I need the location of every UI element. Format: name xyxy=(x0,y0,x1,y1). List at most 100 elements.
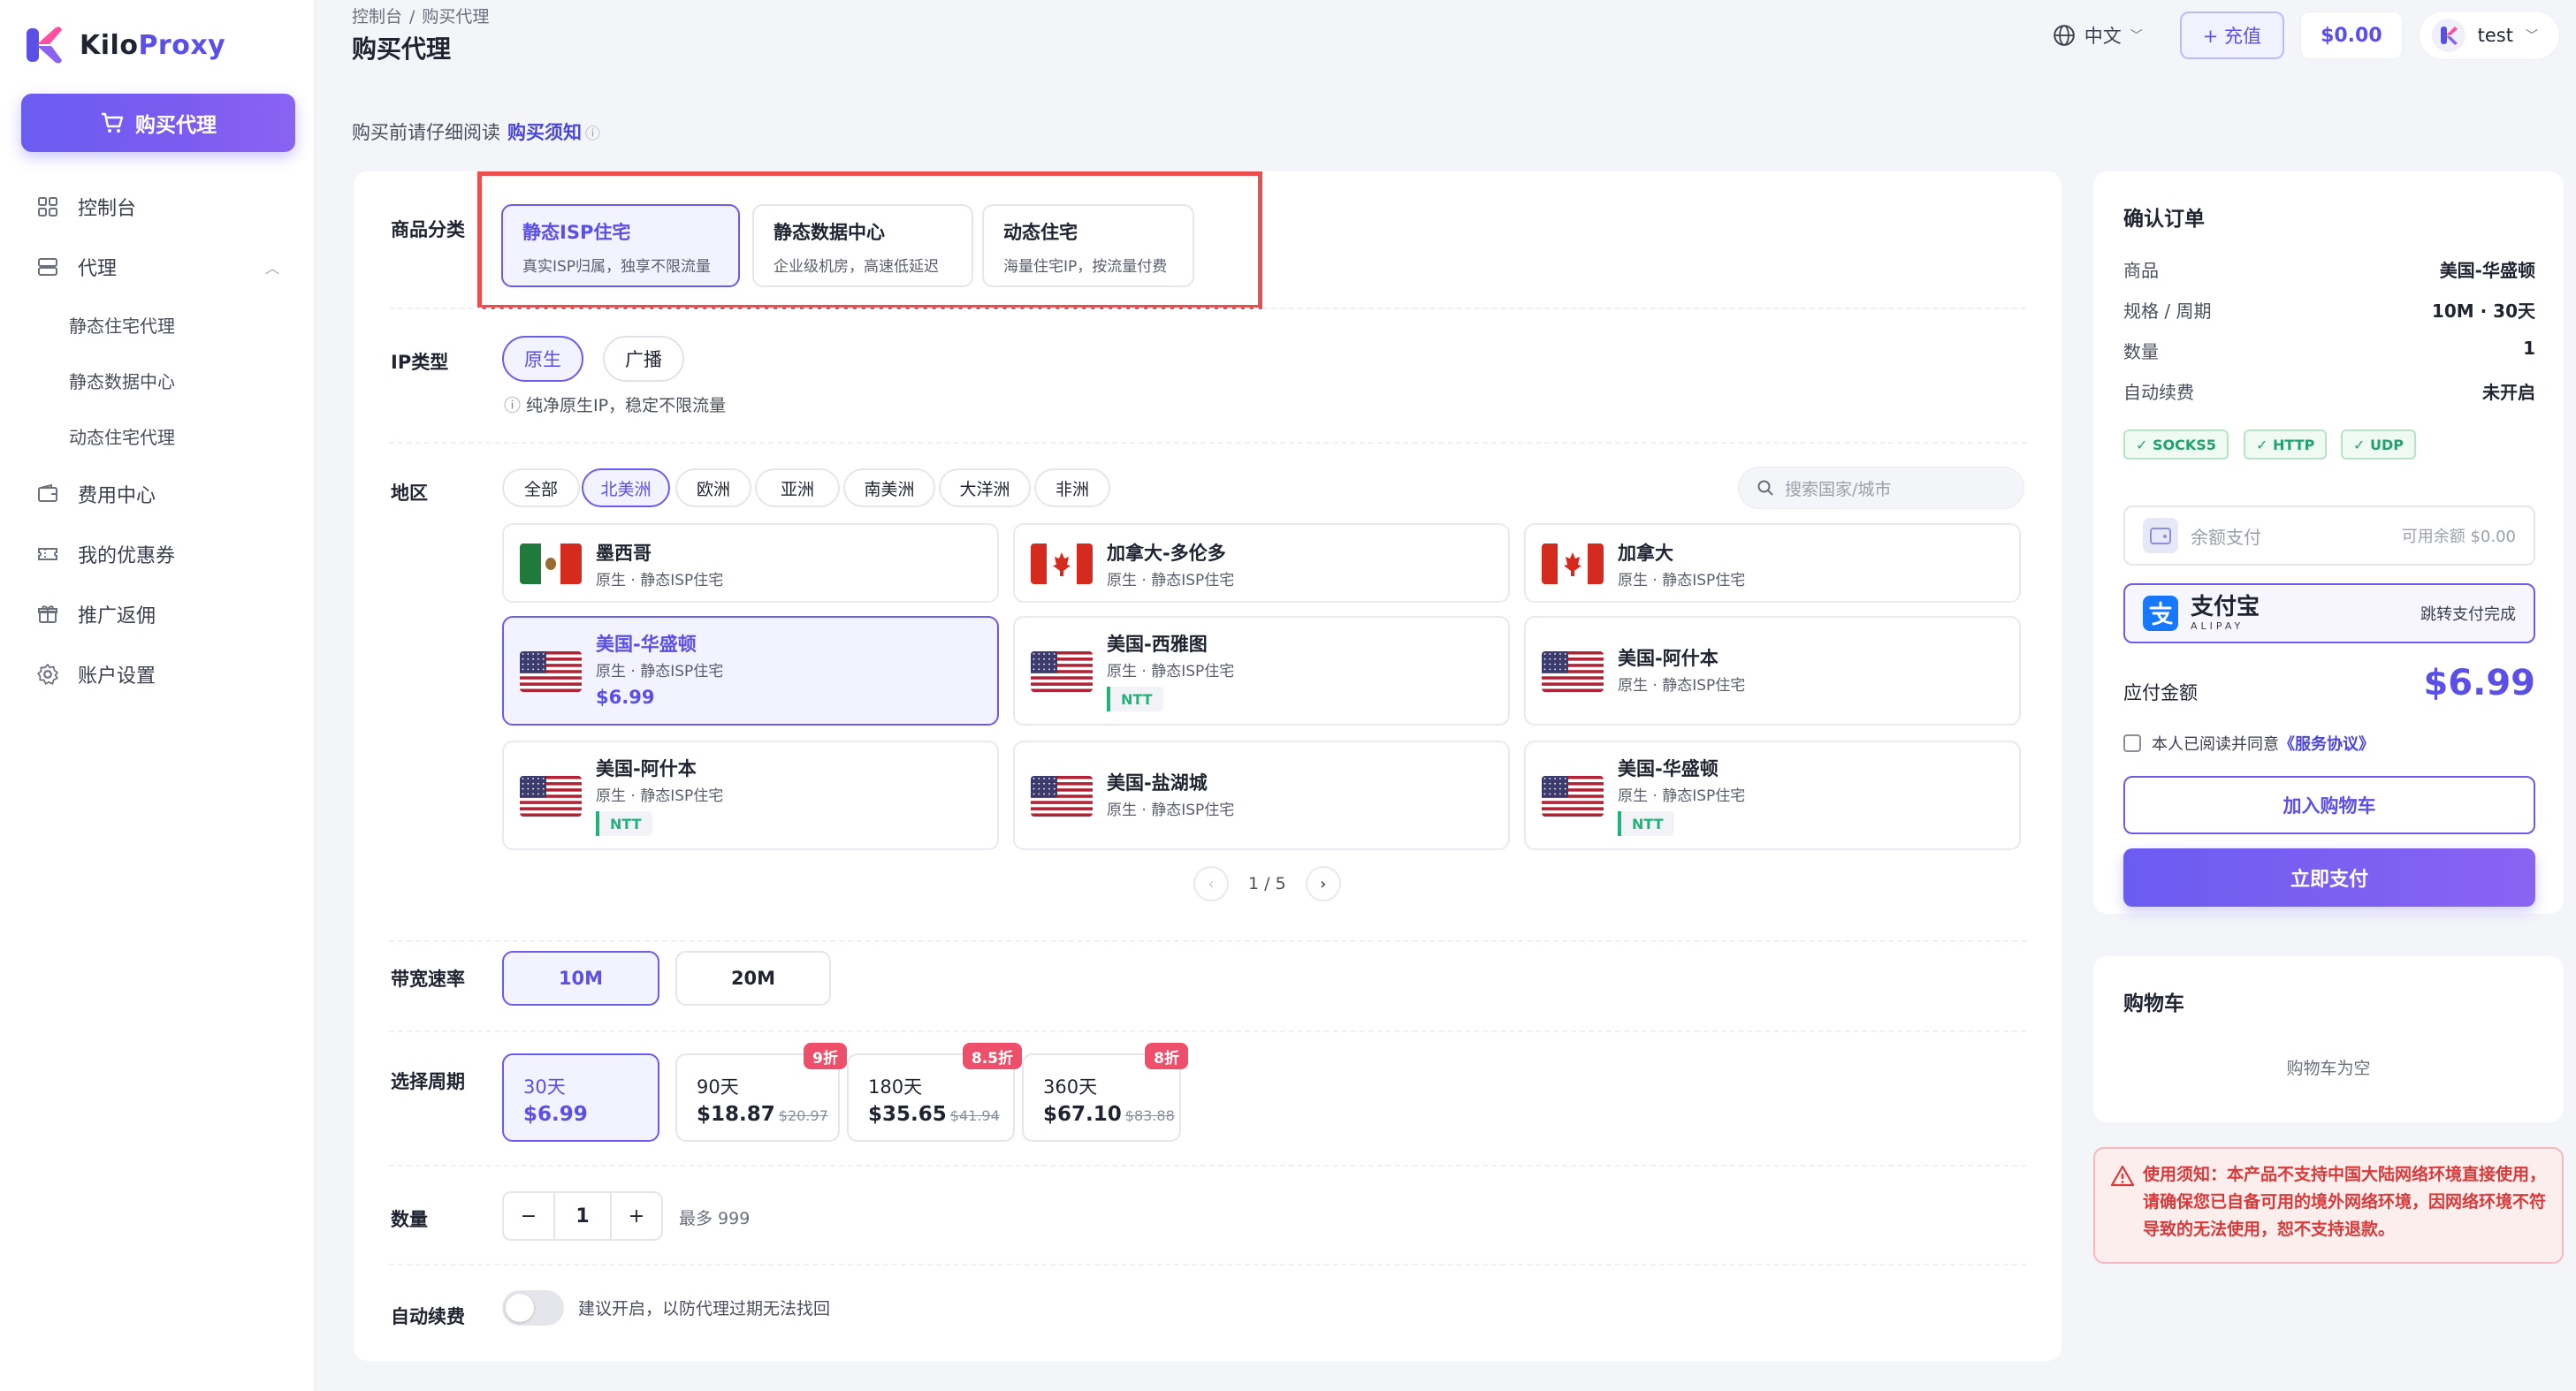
location-card[interactable]: 加拿大 原生 · 静态ISP住宅 xyxy=(1524,523,2021,603)
category-static-dc[interactable]: 静态数据中心 企业级机房，高速低延迟 xyxy=(752,204,973,287)
period-30d[interactable]: 30天 $6.99 xyxy=(502,1053,659,1142)
decrement-button[interactable]: − xyxy=(504,1205,553,1228)
globe-icon xyxy=(2053,25,2075,46)
divider xyxy=(389,940,2026,942)
price-value: $35.65 xyxy=(868,1103,947,1126)
region-tab-africa[interactable]: 非洲 xyxy=(1034,468,1110,507)
sidebar-item-label: 账户设置 xyxy=(78,665,156,688)
location-sub: 原生 · 静态ISP住宅 xyxy=(596,572,724,589)
sidebar-item-proxy[interactable]: 代理 ︿ xyxy=(0,237,315,297)
language-selector[interactable]: 中文 ﹀ xyxy=(2053,22,2143,49)
breadcrumb-item[interactable]: 控制台 xyxy=(352,7,402,27)
header-actions: 中文 ﹀ + 充值 $0.00 test ﹀ xyxy=(2053,11,2560,60)
agreement-checkbox[interactable] xyxy=(2123,734,2141,752)
region-tab-north-america[interactable]: 北美洲 xyxy=(582,468,670,507)
sidebar-item-referral[interactable]: 推广返佣 xyxy=(0,584,315,644)
balance-display[interactable]: $0.00 xyxy=(2300,11,2403,59)
ip-type-broadcast[interactable]: 广播 xyxy=(603,336,684,382)
location-name: 美国-华盛顿 xyxy=(596,634,697,655)
us-flag-icon xyxy=(1542,651,1604,692)
sidebar-item-billing[interactable]: 费用中心 xyxy=(0,464,315,524)
payment-alipay-option[interactable]: 支付宝 ALIPAY 跳转支付完成 xyxy=(2123,583,2535,643)
sidebar-subitem-static-isp[interactable]: 静态住宅代理 xyxy=(0,297,315,353)
location-card[interactable]: 美国-阿什本 原生 · 静态ISP住宅 NTT xyxy=(502,741,999,850)
logo[interactable]: KiloProxy xyxy=(25,25,225,65)
category-static-isp[interactable]: 静态ISP住宅 真实ISP归属，独享不限流量 xyxy=(501,204,740,287)
bandwidth-10m[interactable]: 10M xyxy=(502,951,659,1006)
region-tab-europe[interactable]: 欧洲 xyxy=(675,468,751,507)
location-name: 加拿大-多伦多 xyxy=(1107,543,1226,564)
period-180d[interactable]: 8.5折 180天 $35.65 $41.94 xyxy=(847,1043,1022,1142)
pagination: ‹ 1 / 5 › xyxy=(1193,866,1341,901)
buy-proxy-button[interactable]: 购买代理 xyxy=(21,94,295,152)
location-card[interactable]: 美国-华盛顿 原生 · 静态ISP住宅 NTT xyxy=(1524,741,2021,850)
original-price: $83.88 xyxy=(1124,1107,1175,1124)
pay-now-button[interactable]: 立即支付 xyxy=(2123,848,2535,907)
agreement-text: 本人已阅读并同意 xyxy=(2152,735,2279,754)
region-tab-all[interactable]: 全部 xyxy=(502,468,580,507)
region-search-input[interactable]: 搜索国家/城市 xyxy=(1738,467,2024,509)
sidebar: KiloProxy 购买代理 控制台 代理 ︿ 静态住宅代理 静态数据中心 动态… xyxy=(0,0,315,1391)
order-row: 商品 美国-华盛顿 xyxy=(2123,256,2535,282)
chevron-up-icon[interactable]: ︿ xyxy=(265,256,279,277)
grid-icon xyxy=(35,194,60,219)
original-price: $20.97 xyxy=(778,1107,828,1124)
category-highlight-box: 静态ISP住宅 真实ISP归属，独享不限流量 静态数据中心 企业级机房，高速低延… xyxy=(477,171,1262,309)
warning-icon xyxy=(2111,1165,2134,1187)
region-tab-oceania[interactable]: 大洋洲 xyxy=(939,468,1031,507)
period-90d[interactable]: 9折 90天 $18.87 $20.97 xyxy=(675,1043,847,1142)
period-days: 180天 xyxy=(868,1076,923,1098)
bandwidth-20m[interactable]: 20M xyxy=(675,951,831,1006)
auto-renew-toggle[interactable] xyxy=(502,1290,564,1326)
us-flag-icon xyxy=(520,651,582,692)
protocol-badge-socks5: ✓ SOCKS5 xyxy=(2123,429,2229,460)
payment-balance-option[interactable]: 余额支付 可用余额 $0.00 xyxy=(2123,505,2535,566)
sidebar-nav: 控制台 代理 ︿ 静态住宅代理 静态数据中心 动态住宅代理 费用中心 我的优惠券… xyxy=(0,177,315,704)
location-card[interactable]: 墨西哥 原生 · 静态ISP住宅 xyxy=(502,523,999,603)
category-desc: 真实ISP归属，独享不限流量 xyxy=(522,258,712,276)
region-tab-asia[interactable]: 亚洲 xyxy=(755,468,840,507)
payment-note: 跳转支付完成 xyxy=(2420,605,2516,624)
canada-flag-icon xyxy=(1542,543,1604,584)
category-dynamic[interactable]: 动态住宅 海量住宅IP，按流量付费 xyxy=(982,204,1194,287)
sidebar-item-label: 推广返佣 xyxy=(78,605,156,627)
alipay-icon xyxy=(2143,596,2178,631)
prev-page-button[interactable]: ‹ xyxy=(1193,866,1229,901)
sidebar-item-settings[interactable]: 账户设置 xyxy=(0,644,315,704)
user-menu[interactable]: test ﹀ xyxy=(2418,11,2560,60)
sidebar-item-coupons[interactable]: 我的优惠券 xyxy=(0,524,315,584)
ip-type-native[interactable]: 原生 xyxy=(502,336,583,382)
location-card[interactable]: 加拿大-多伦多 原生 · 静态ISP住宅 xyxy=(1013,523,1510,603)
recharge-button[interactable]: + 充值 xyxy=(2179,11,2285,59)
discount-badge: 8折 xyxy=(1145,1043,1188,1069)
service-agreement-link[interactable]: 《服务协议》 xyxy=(2279,735,2374,754)
canada-flag-icon xyxy=(1031,543,1093,584)
period-360d[interactable]: 8折 360天 $67.10 $83.88 xyxy=(1022,1043,1188,1142)
location-card[interactable]: 美国-西雅图 原生 · 静态ISP住宅 NTT xyxy=(1013,616,1510,726)
location-sub: 原生 · 静态ISP住宅 xyxy=(1618,787,1746,805)
price-value: $6.99 xyxy=(523,1103,588,1126)
sidebar-item-dashboard[interactable]: 控制台 xyxy=(0,177,315,237)
info-icon[interactable]: ⓘ xyxy=(585,125,600,143)
region-tab-south-america[interactable]: 南美洲 xyxy=(843,468,935,507)
chevron-down-icon: ﹀ xyxy=(2130,29,2143,43)
us-flag-icon xyxy=(1031,776,1093,817)
isp-tag: NTT xyxy=(596,811,652,836)
add-to-cart-button[interactable]: 加入购物车 xyxy=(2123,776,2535,834)
location-name: 美国-阿什本 xyxy=(1618,648,1719,669)
auto-renew-hint: 建议开启，以防代理过期无法找回 xyxy=(578,1299,831,1319)
purchase-guide-link[interactable]: 购买须知 xyxy=(507,122,582,143)
location-card[interactable]: 美国-盐湖城 原生 · 静态ISP住宅 xyxy=(1013,741,1510,850)
quantity-input[interactable]: 1 xyxy=(553,1193,612,1239)
location-card-selected[interactable]: 美国-华盛顿 原生 · 静态ISP住宅 $6.99 xyxy=(502,616,999,726)
period-price: $35.65 $41.94 xyxy=(868,1103,1000,1126)
location-card[interactable]: 美国-阿什本 原生 · 静态ISP住宅 xyxy=(1524,616,2021,726)
location-sub: 原生 · 静态ISP住宅 xyxy=(1618,572,1746,589)
sidebar-subitem-static-dc[interactable]: 静态数据中心 xyxy=(0,353,315,408)
next-page-button[interactable]: › xyxy=(1305,866,1341,901)
increment-button[interactable]: + xyxy=(612,1205,661,1228)
location-sub: 原生 · 静态ISP住宅 xyxy=(1107,663,1235,680)
quantity-stepper: − 1 + xyxy=(502,1191,663,1241)
sidebar-subitem-dynamic[interactable]: 动态住宅代理 xyxy=(0,408,315,464)
breadcrumb-separator: / xyxy=(409,7,415,27)
